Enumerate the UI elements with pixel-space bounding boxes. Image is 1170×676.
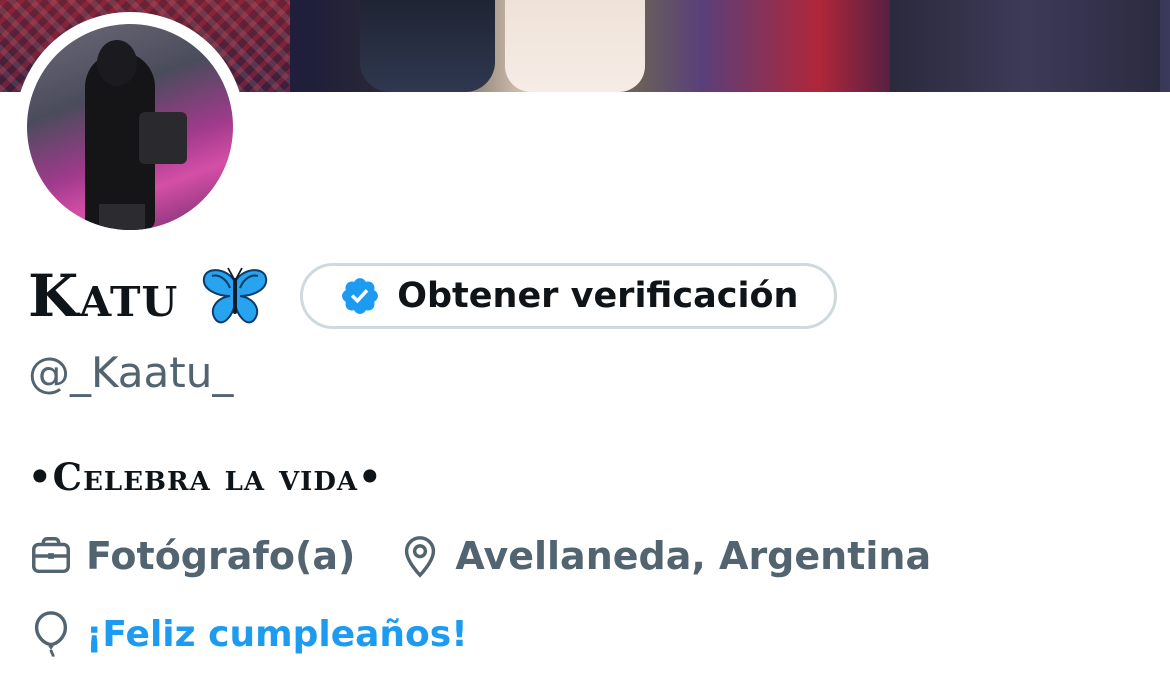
get-verification-label: Obtener verificación xyxy=(397,276,799,316)
profile-meta: Fotógrafo(a) Avellaneda, Argentina xyxy=(28,528,973,584)
location-pin-icon xyxy=(405,536,436,578)
verified-badge-icon xyxy=(342,278,379,314)
profession-item: Fotógrafo(a) xyxy=(28,533,355,579)
birthday-item: ¡Feliz cumpleaños! xyxy=(28,606,468,662)
butterfly-icon xyxy=(203,267,268,324)
briefcase-icon xyxy=(32,537,70,574)
get-verification-button[interactable]: Obtener verificación xyxy=(300,263,838,329)
banner-figure xyxy=(505,0,645,92)
display-name: Katu xyxy=(28,262,179,330)
banner-figure xyxy=(890,0,1160,92)
profession-text: Fotógrafo(a) xyxy=(86,534,356,578)
banner-figure xyxy=(360,0,495,92)
avatar[interactable] xyxy=(15,12,245,242)
location-item: Avellaneda, Argentina xyxy=(397,533,931,579)
avatar-photo xyxy=(27,24,233,230)
profile-bio: •Celebra la vida• xyxy=(28,455,383,499)
birthday-link[interactable]: ¡Feliz cumpleaños! xyxy=(86,614,468,655)
profile-handle: @_Kaatu_ xyxy=(28,348,234,397)
location-text: Avellaneda, Argentina xyxy=(455,534,932,578)
profile-name-row: Katu Obtener verificación xyxy=(28,260,838,332)
balloon-icon xyxy=(34,611,68,657)
